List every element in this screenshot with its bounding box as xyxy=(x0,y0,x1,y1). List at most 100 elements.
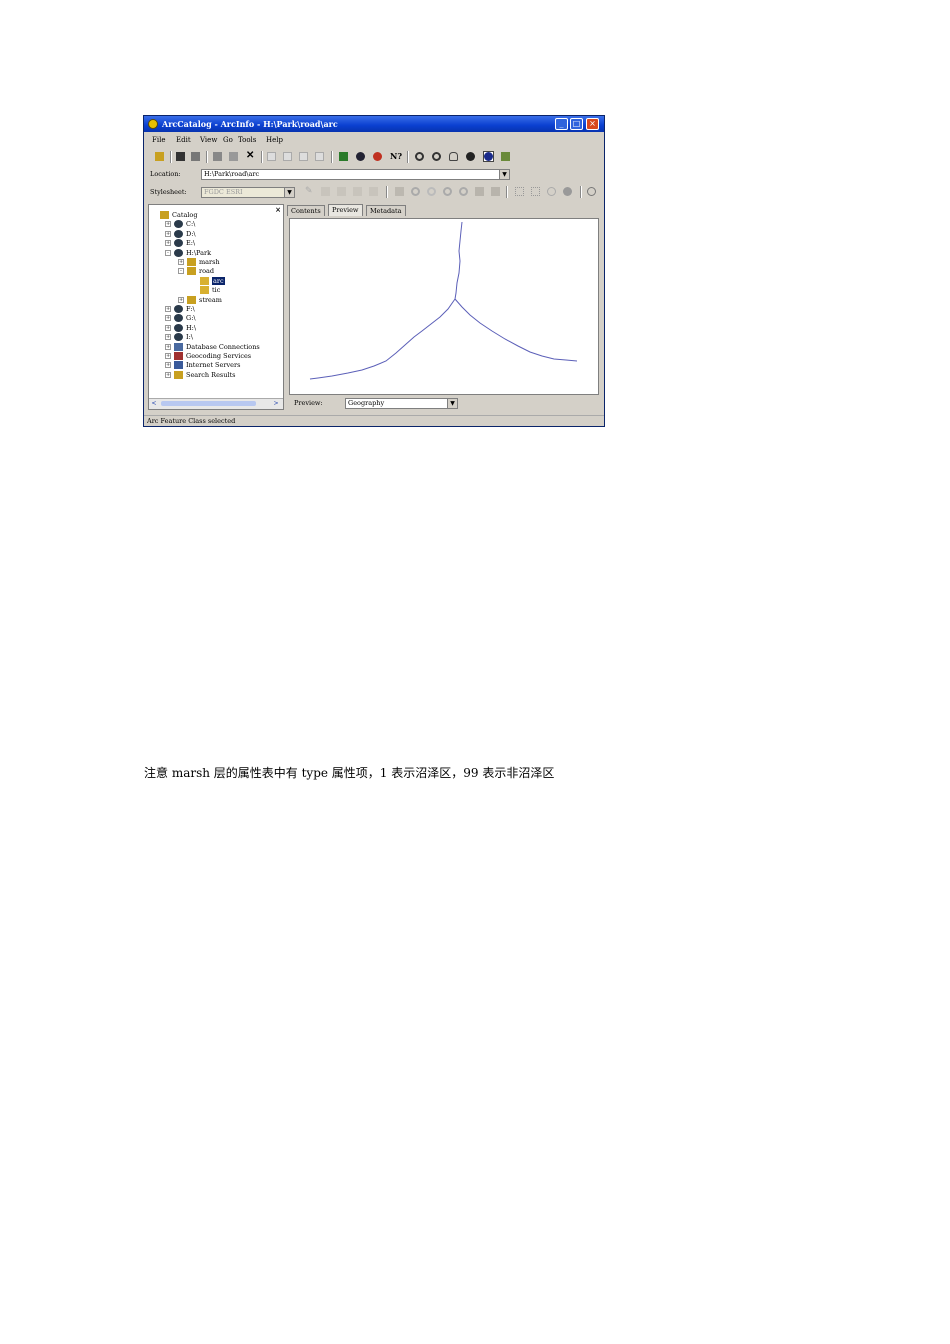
chevron-down-icon[interactable]: ▼ xyxy=(447,399,457,408)
tab-preview[interactable]: Preview xyxy=(328,204,363,216)
drive-icon xyxy=(174,333,183,342)
expand-icon[interactable]: + xyxy=(165,324,171,331)
menu-bar: File Edit View Go Tools Help xyxy=(144,134,604,146)
copy-icon[interactable] xyxy=(212,151,223,162)
import-metadata-icon[interactable] xyxy=(336,186,347,197)
expand-icon[interactable]: + xyxy=(165,362,171,369)
info-icon[interactable] xyxy=(586,186,597,197)
expand-icon[interactable]: + xyxy=(178,259,184,265)
menu-help[interactable]: Help xyxy=(266,136,283,144)
menu-tools[interactable]: Tools xyxy=(238,136,256,144)
pan-icon[interactable] xyxy=(448,151,459,162)
tree-item-label: Database Connections xyxy=(186,342,260,351)
expand-icon[interactable]: + xyxy=(165,353,171,359)
metadata-properties-icon[interactable] xyxy=(320,186,331,197)
tree-item-label: stream xyxy=(199,295,222,304)
paste-icon[interactable] xyxy=(228,151,239,162)
full-extent-icon[interactable] xyxy=(474,186,485,197)
preview-label: Preview: xyxy=(294,399,323,407)
full-extent-icon[interactable] xyxy=(465,151,476,162)
whats-this-icon[interactable]: N? xyxy=(389,151,402,162)
expand-icon[interactable]: + xyxy=(165,221,171,228)
expand-icon[interactable]: + xyxy=(165,306,171,312)
refresh-icon[interactable] xyxy=(546,186,557,197)
location-label: Location: xyxy=(150,170,181,178)
search-icon[interactable] xyxy=(372,151,383,162)
details-icon[interactable] xyxy=(298,151,309,162)
tree-item-label: F:\ xyxy=(186,305,195,313)
close-icon[interactable]: × xyxy=(275,205,281,214)
edit-metadata-icon[interactable]: ✎ xyxy=(304,186,315,197)
maximize-button[interactable]: □ xyxy=(570,118,583,130)
arctoolbox-icon[interactable] xyxy=(355,151,366,162)
expand-icon[interactable]: + xyxy=(165,240,171,247)
title-bar[interactable]: ArcCatalog - ArcInfo - H:\Park\road\arc … xyxy=(144,116,604,132)
tree-item-label: arc xyxy=(212,276,225,285)
drive-icon xyxy=(174,305,183,313)
expand-icon[interactable]: + xyxy=(165,371,171,378)
globe-icon[interactable] xyxy=(562,186,573,197)
menu-file[interactable]: File xyxy=(152,136,165,144)
connect-folder-icon[interactable] xyxy=(175,151,186,162)
create-thumbnail-icon[interactable] xyxy=(500,151,511,162)
large-icons-icon[interactable] xyxy=(266,151,277,162)
server-icon xyxy=(174,361,183,370)
scroll-left-icon[interactable]: < xyxy=(150,400,158,407)
collapse-icon[interactable]: - xyxy=(165,249,171,256)
tab-contents[interactable]: Contents xyxy=(287,205,325,216)
minimize-button[interactable]: _ xyxy=(555,118,568,130)
list-icon[interactable] xyxy=(282,151,293,162)
chevron-down-icon[interactable]: ▼ xyxy=(284,188,294,197)
location-bar: Location: H:\Park\road\arc ▼ xyxy=(144,168,604,182)
drive-icon xyxy=(174,220,183,229)
geography-tools-icon[interactable] xyxy=(394,186,405,197)
arccatalog-app-icon xyxy=(148,119,158,129)
identify-icon[interactable] xyxy=(483,151,494,162)
geography-preview[interactable] xyxy=(289,218,599,395)
grid-icon[interactable] xyxy=(514,186,525,197)
preview-type-select[interactable]: Geography ▼ xyxy=(345,398,458,409)
menu-edit[interactable]: Edit xyxy=(176,136,191,144)
tree-item-label: tic xyxy=(212,286,221,295)
horizontal-scrollbar[interactable]: < > xyxy=(149,398,283,409)
chevron-down-icon[interactable]: ▼ xyxy=(499,170,509,179)
select-icon[interactable] xyxy=(530,186,541,197)
geocoding-icon xyxy=(174,352,183,360)
stylesheet-label: Stylesheet: xyxy=(150,188,187,196)
menu-go[interactable]: Go xyxy=(223,136,233,144)
launch-arcmap-icon[interactable] xyxy=(338,151,349,162)
collapse-icon[interactable]: - xyxy=(178,268,184,275)
expand-icon[interactable]: + xyxy=(165,334,171,341)
pan-icon[interactable] xyxy=(458,186,469,197)
tree-item-label: Internet Servers xyxy=(186,361,241,370)
zoom-out-icon[interactable] xyxy=(431,151,442,162)
expand-icon[interactable]: + xyxy=(165,315,171,322)
arccatalog-screenshot: ArcCatalog - ArcInfo - H:\Park\road\arc … xyxy=(143,115,605,427)
tab-metadata[interactable]: Metadata xyxy=(366,205,406,216)
expand-icon[interactable]: + xyxy=(165,230,171,237)
update-metadata-icon[interactable] xyxy=(368,186,379,197)
database-icon xyxy=(174,342,183,351)
identify-icon[interactable] xyxy=(490,186,501,197)
scroll-thumb[interactable] xyxy=(161,401,256,406)
close-button[interactable]: × xyxy=(586,118,599,130)
delete-icon[interactable]: ✕ xyxy=(245,151,256,162)
up-one-level-icon[interactable] xyxy=(154,151,165,162)
expand-icon[interactable]: + xyxy=(165,343,171,350)
scroll-right-icon[interactable]: > xyxy=(272,400,280,407)
zoom-out-icon[interactable] xyxy=(442,186,453,197)
stylesheet-select[interactable]: FGDC ESRI ▼ xyxy=(201,187,295,198)
expand-icon[interactable]: + xyxy=(178,296,184,303)
tree-item-label: marsh xyxy=(199,258,220,266)
tree-item-label: C:\ xyxy=(186,220,196,229)
view-tabs: Contents Preview Metadata xyxy=(286,204,602,216)
export-metadata-icon[interactable] xyxy=(352,186,363,197)
thumbnails-icon[interactable] xyxy=(314,151,325,162)
fixed-zoom-icon[interactable] xyxy=(426,186,437,197)
tree-item-label: H:\Park xyxy=(186,248,212,257)
zoom-in-icon[interactable] xyxy=(410,186,421,197)
zoom-in-icon[interactable] xyxy=(414,151,425,162)
disconnect-folder-icon[interactable] xyxy=(190,151,201,162)
location-input[interactable]: H:\Park\road\arc ▼ xyxy=(201,169,510,180)
menu-view[interactable]: View xyxy=(200,136,217,144)
